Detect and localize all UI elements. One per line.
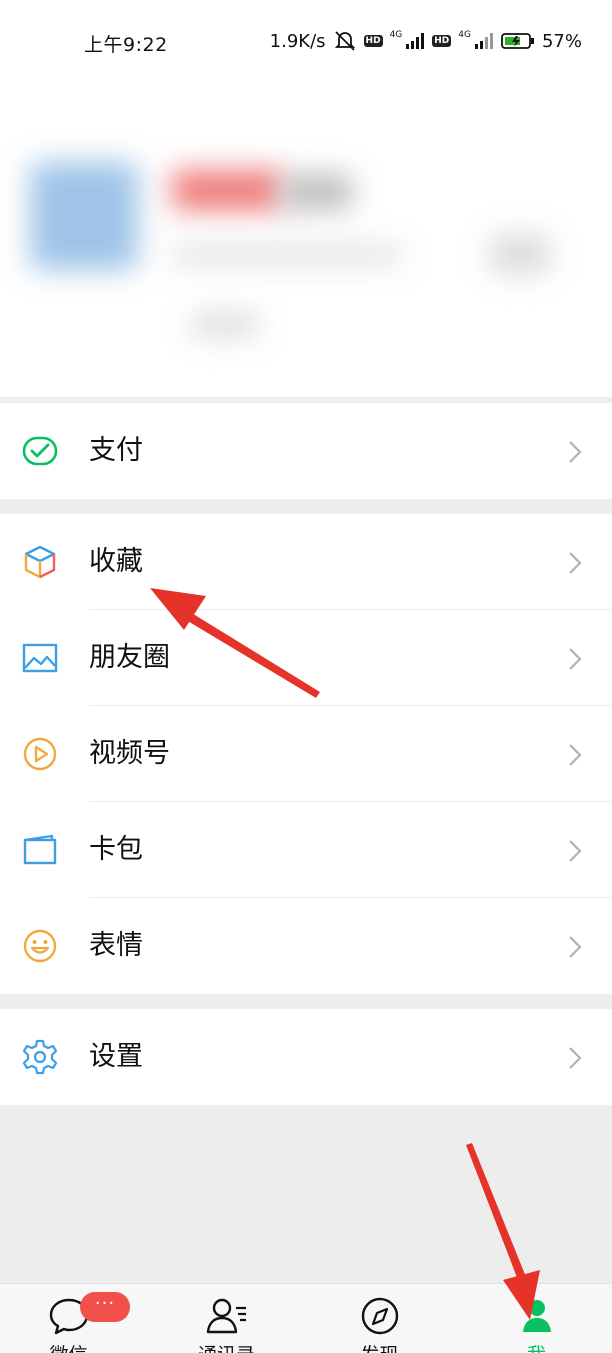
unread-badge: ··· [80, 1292, 130, 1322]
tab-label-contacts: 通讯录 [150, 1340, 303, 1353]
battery-icon [501, 33, 534, 49]
network-type-1: 4G [389, 29, 403, 40]
tab-contacts[interactable]: 通讯录 [150, 1284, 303, 1353]
menu-label-channels: 视频号 [89, 738, 170, 769]
menu-item-channels[interactable]: 视频号 [0, 706, 612, 802]
tab-chats[interactable]: ··· 微信 [0, 1284, 153, 1353]
menu-item-moments[interactable]: 朋友圈 [0, 610, 612, 706]
channels-play-icon [23, 737, 57, 771]
status-indicators: 1.9K/s HD 4G HD 4G 57% [270, 30, 582, 52]
chevron-right-icon [569, 744, 582, 766]
menu-label-settings: 设置 [89, 1041, 143, 1072]
menu-group-settings: 设置 [0, 1009, 612, 1105]
menu-item-pay[interactable]: 支付 [0, 403, 612, 499]
bottom-tab-bar: ··· 微信 通讯录 发现 我 [0, 1283, 612, 1353]
menu-label-stickers: 表情 [89, 930, 143, 961]
nickname-blur [172, 170, 282, 210]
menu-label-moments: 朋友圈 [89, 642, 170, 673]
card-wallet-icon [23, 834, 57, 865]
menu-group-main: 收藏 朋友圈 视频号 卡包 表情 [0, 514, 612, 994]
hd-badge-2: HD [432, 35, 452, 47]
contacts-person-icon [206, 1298, 246, 1334]
chevron-right-icon [569, 441, 582, 463]
me-person-icon [522, 1300, 551, 1332]
gear-icon [22, 1039, 58, 1075]
smiley-face-icon [23, 929, 57, 963]
network-speed: 1.9K/s [269, 30, 326, 52]
profile-header[interactable] [0, 84, 612, 397]
menu-item-cards[interactable]: 卡包 [0, 802, 612, 898]
signal-icon-2 [474, 33, 493, 49]
hd-badge-1: HD [363, 35, 383, 47]
wechat-id-blur [172, 244, 402, 266]
chevron-right-icon [569, 840, 582, 862]
menu-item-stickers[interactable]: 表情 [0, 898, 612, 994]
avatar[interactable] [30, 162, 138, 270]
chevron-right-icon [569, 648, 582, 670]
signal-icon-1 [406, 33, 425, 49]
tab-discover[interactable]: 发现 [303, 1284, 456, 1353]
moments-picture-icon [22, 643, 58, 673]
tab-label-chats: 微信 [0, 1340, 145, 1353]
qr-code-blur[interactable] [490, 234, 550, 274]
favorites-cube-icon [24, 545, 56, 579]
nickname-blur-2 [282, 174, 352, 210]
menu-group-pay: 支付 [0, 403, 612, 499]
menu-item-settings[interactable]: 设置 [0, 1009, 612, 1105]
mute-bell-icon [334, 31, 355, 51]
status-bar: 上午9:22 1.9K/s HD 4G HD 4G 57% [0, 0, 612, 84]
wechat-me-page: 上午9:22 1.9K/s HD 4G HD 4G 57% 支付 收藏 朋友圈 … [0, 0, 612, 1353]
menu-label-cards: 卡包 [89, 834, 143, 865]
menu-item-favorites[interactable]: 收藏 [0, 514, 612, 610]
tab-label-me: 我 [460, 1340, 612, 1353]
tab-me[interactable]: 我 [460, 1284, 612, 1353]
battery-percent: 57% [541, 30, 582, 52]
menu-label-pay: 支付 [89, 435, 143, 466]
tab-label-discover: 发现 [303, 1340, 456, 1353]
menu-label-favorites: 收藏 [89, 546, 143, 577]
chevron-right-icon [569, 936, 582, 958]
status-time: 上午9:22 [84, 34, 168, 56]
status-blur[interactable] [190, 312, 260, 338]
compass-icon [361, 1297, 398, 1335]
chevron-right-icon [569, 552, 582, 574]
chevron-right-icon [569, 1047, 582, 1069]
network-type-2: 4G [458, 29, 471, 40]
pay-icon [22, 436, 58, 466]
